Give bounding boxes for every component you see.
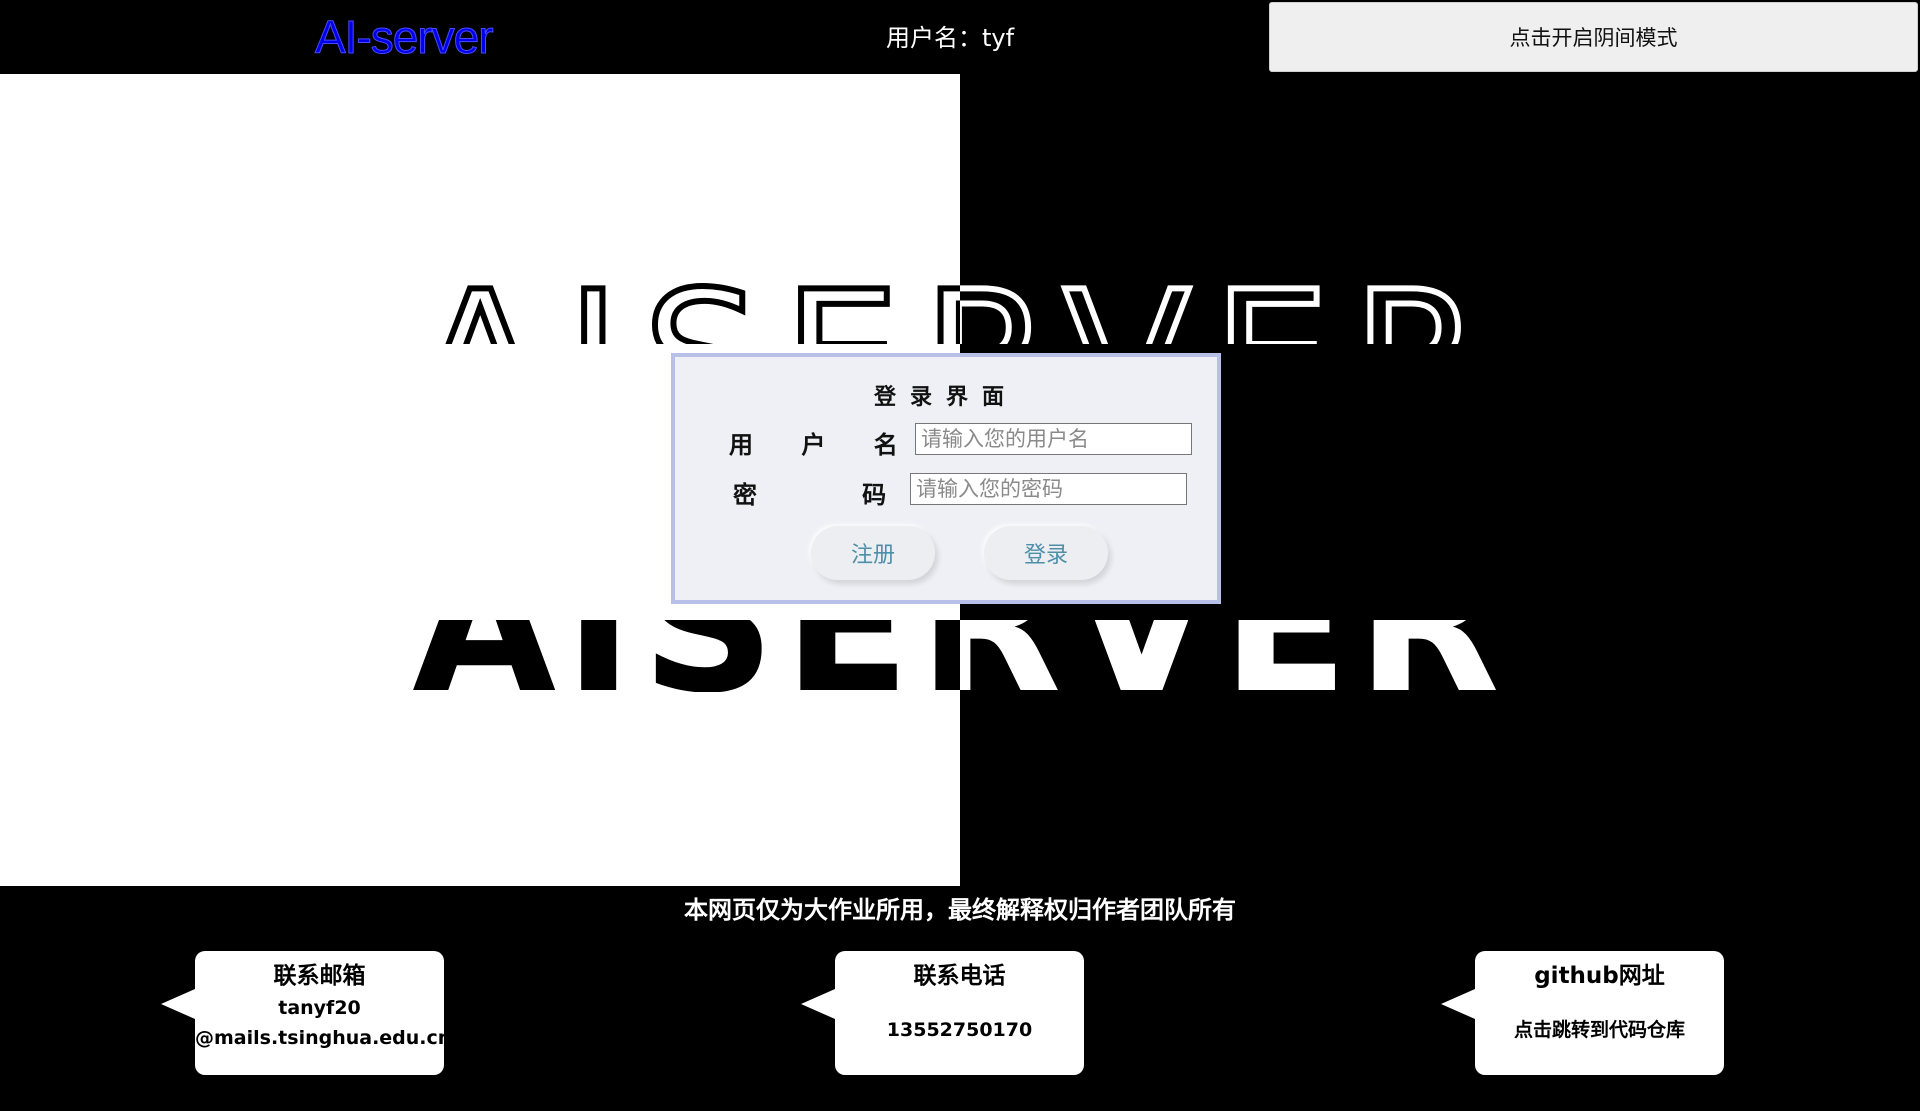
login-button[interactable]: 登录 <box>984 526 1108 580</box>
footer: 本网页仅为大作业所用，最终解释权归作者团队所有 联系邮箱 tanyf20 @ma… <box>0 886 1920 1111</box>
username-input[interactable] <box>915 423 1192 455</box>
disclaimer-text: 本网页仅为大作业所用，最终解释权归作者团队所有 <box>684 896 1236 924</box>
github-repo-link[interactable]: 点击跳转到代码仓库 <box>1475 1015 1724 1045</box>
contact-email-card: 联系邮箱 tanyf20 @mails.tsinghua.edu.cn <box>161 951 452 1075</box>
password-input[interactable] <box>910 473 1187 505</box>
github-title: github网址 <box>1534 963 1665 989</box>
contact-phone-title: 联系电话 <box>913 963 1006 989</box>
contact-email-line2: @mails.tsinghua.edu.cn <box>195 1027 452 1049</box>
contact-email-title: 联系邮箱 <box>273 963 366 989</box>
github-card[interactable]: github网址 点击跳转到代码仓库 <box>1441 951 1724 1075</box>
login-title: 登录界面 <box>873 385 1018 410</box>
login-dialog: 登录界面 用 户 名 ： 密 码 ： 注册 登录 <box>671 353 1221 604</box>
contact-phone-number: 13552750170 <box>886 1019 1033 1041</box>
contact-phone-card: 联系电话 13552750170 <box>801 951 1084 1075</box>
contact-email-line1: tanyf20 <box>278 997 361 1019</box>
register-button[interactable]: 注册 <box>811 526 935 580</box>
